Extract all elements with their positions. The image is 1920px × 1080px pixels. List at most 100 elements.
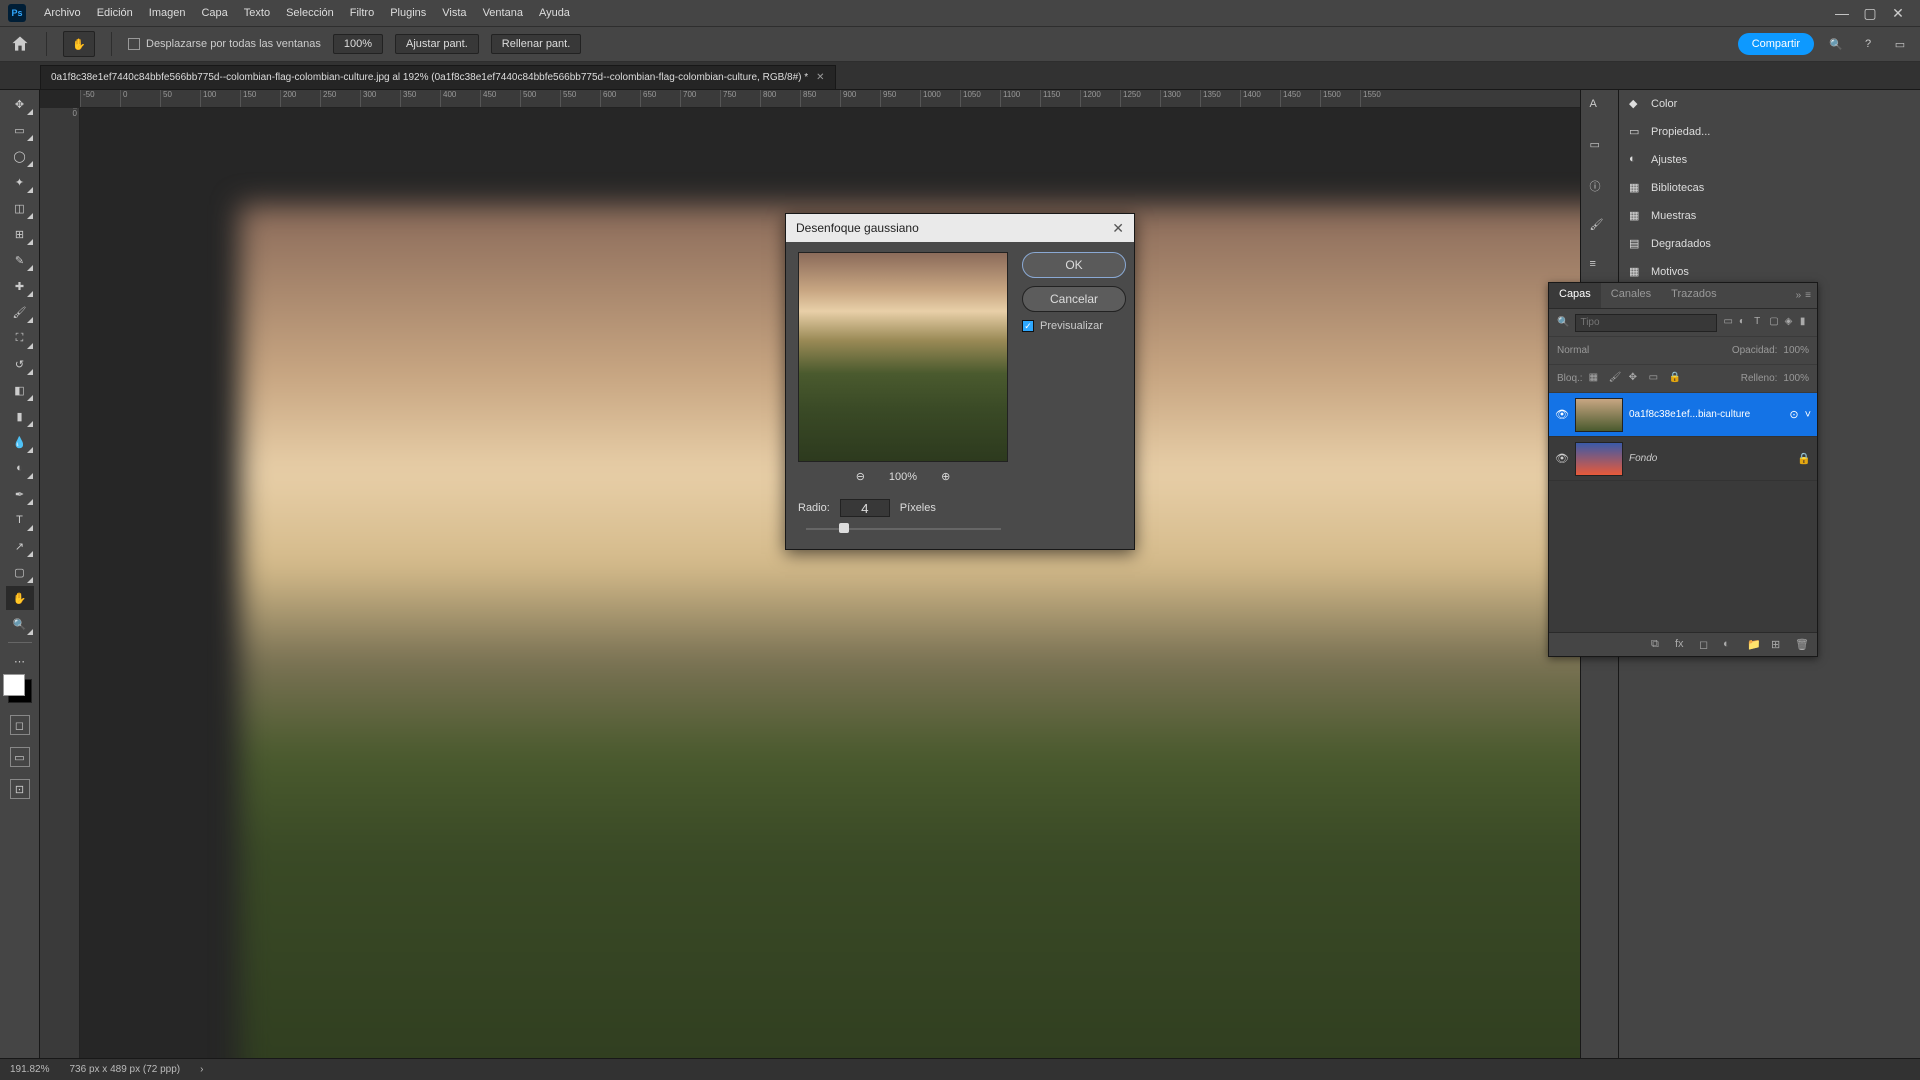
layer-thumbnail[interactable] xyxy=(1575,442,1623,476)
fill-value[interactable]: 100% xyxy=(1783,373,1809,384)
filter-image-icon[interactable]: ▭ xyxy=(1723,316,1732,330)
brush-settings-icon[interactable]: ≡ xyxy=(1590,258,1610,278)
layer-item[interactable]: 👁 Fondo 🔒 xyxy=(1549,437,1817,481)
magic-wand-tool[interactable]: ✦ xyxy=(6,170,34,194)
close-button[interactable]: ✕ xyxy=(1884,5,1912,22)
menu-ventana[interactable]: Ventana xyxy=(475,7,531,19)
move-tool[interactable]: ✥ xyxy=(6,92,34,116)
slider-handle[interactable] xyxy=(839,523,849,533)
preview-checkbox[interactable]: ✓ Previsualizar xyxy=(1022,320,1126,332)
menu-vista[interactable]: Vista xyxy=(434,7,474,19)
workspace-icon[interactable]: ▭ xyxy=(1890,34,1910,54)
close-tab-icon[interactable]: ✕ xyxy=(816,72,824,83)
quick-mask-icon[interactable]: ◻ xyxy=(10,715,30,735)
menu-edicion[interactable]: Edición xyxy=(89,7,141,19)
layer-item[interactable]: 👁 0a1f8c38e1ef...bian-culture ⊙ ˅ xyxy=(1549,393,1817,437)
blur-tool[interactable]: 💧 xyxy=(6,430,34,454)
lock-brush-icon[interactable]: 🖌 xyxy=(1609,372,1623,386)
lock-pixels-icon[interactable]: ▦ xyxy=(1589,372,1603,386)
layer-fx-icon[interactable]: fx xyxy=(1675,638,1689,652)
opacity-value[interactable]: 100% xyxy=(1783,345,1809,356)
dodge-tool[interactable]: ◐ xyxy=(6,456,34,480)
edit-toolbar-icon[interactable]: ⋯ xyxy=(6,649,34,673)
marquee-tool[interactable]: ▭ xyxy=(6,118,34,142)
menu-capa[interactable]: Capa xyxy=(193,7,235,19)
layer-thumbnail[interactable] xyxy=(1575,398,1623,432)
pen-tool[interactable]: ✒ xyxy=(6,482,34,506)
tab-capas[interactable]: Capas xyxy=(1549,283,1601,308)
brushes-icon[interactable]: 🖌 xyxy=(1590,218,1610,238)
filter-search-icon[interactable]: 🔍 xyxy=(1557,317,1569,328)
path-tool[interactable]: ↗ xyxy=(6,534,34,558)
frame-tool[interactable]: ⊞ xyxy=(6,222,34,246)
panel-dock-icon[interactable]: » xyxy=(1796,290,1802,301)
filter-toggle[interactable]: ▮ xyxy=(1800,316,1809,330)
zoom-in-icon[interactable]: ⊕ xyxy=(941,470,950,483)
info-icon[interactable]: ⓘ xyxy=(1590,178,1610,198)
link-layers-icon[interactable]: ⧉ xyxy=(1651,638,1665,652)
panel-adjustments[interactable]: ◐Ajustes xyxy=(1619,146,1920,174)
zoom-out-icon[interactable]: ⊖ xyxy=(856,470,865,483)
search-icon[interactable]: 🔍 xyxy=(1826,34,1846,54)
zoom-dropdown[interactable]: 100% xyxy=(333,34,383,54)
cancel-button[interactable]: Cancelar xyxy=(1022,286,1126,312)
visibility-icon[interactable]: 👁 xyxy=(1555,408,1569,422)
dialog-close-icon[interactable]: ✕ xyxy=(1112,220,1124,237)
lock-all-icon[interactable]: 🔒 xyxy=(1669,372,1683,386)
panel-properties[interactable]: ▭Propiedad... xyxy=(1619,118,1920,146)
color-swatches[interactable] xyxy=(8,679,32,703)
hand-tool-icon[interactable]: ✋ xyxy=(63,31,95,57)
extra-mode-icon[interactable]: ⊡ xyxy=(10,779,30,799)
panel-color[interactable]: ◆Color xyxy=(1619,90,1920,118)
layer-filter-input[interactable] xyxy=(1575,314,1717,332)
minimize-button[interactable]: — xyxy=(1828,5,1856,21)
tab-trazados[interactable]: Trazados xyxy=(1661,283,1726,308)
filter-adjustment-icon[interactable]: ◐ xyxy=(1739,316,1748,330)
crop-tool[interactable]: ◫ xyxy=(6,196,34,220)
chevron-down-icon[interactable]: ˅ xyxy=(1805,409,1811,421)
filter-smart-icon[interactable]: ◈ xyxy=(1785,316,1794,330)
delete-layer-icon[interactable]: 🗑 xyxy=(1795,638,1809,652)
lock-position-icon[interactable]: ✥ xyxy=(1629,372,1643,386)
fit-screen-button[interactable]: Ajustar pant. xyxy=(395,34,479,54)
menu-archivo[interactable]: Archivo xyxy=(36,7,89,19)
navigator-icon[interactable]: ▭ xyxy=(1590,138,1610,158)
menu-filtro[interactable]: Filtro xyxy=(342,7,382,19)
layer-name[interactable]: Fondo xyxy=(1629,453,1791,464)
ok-button[interactable]: OK xyxy=(1022,252,1126,278)
history-brush-tool[interactable]: ↺ xyxy=(6,352,34,376)
panel-gradients[interactable]: ▤Degradados xyxy=(1619,230,1920,258)
document-tab[interactable]: 0a1f8c38e1ef7440c84bbfe566bb775d--colomb… xyxy=(40,65,836,89)
shape-tool[interactable]: ▢ xyxy=(6,560,34,584)
filter-type-icon[interactable]: T xyxy=(1754,316,1763,330)
layer-mask-icon[interactable]: ◻ xyxy=(1699,638,1713,652)
healing-tool[interactable]: ✚ xyxy=(6,274,34,298)
home-icon[interactable] xyxy=(10,34,30,54)
menu-imagen[interactable]: Imagen xyxy=(141,7,194,19)
gradient-tool[interactable]: ▮ xyxy=(6,404,34,428)
radius-input[interactable] xyxy=(840,499,890,517)
dialog-title-bar[interactable]: Desenfoque gaussiano ✕ xyxy=(786,214,1134,242)
visibility-icon[interactable]: 👁 xyxy=(1555,452,1569,466)
menu-ayuda[interactable]: Ayuda xyxy=(531,7,578,19)
fill-screen-button[interactable]: Rellenar pant. xyxy=(491,34,582,54)
lock-artboard-icon[interactable]: ▭ xyxy=(1649,372,1663,386)
blend-mode-dropdown[interactable]: Normal xyxy=(1557,345,1726,356)
dialog-preview[interactable] xyxy=(798,252,1008,462)
new-layer-icon[interactable]: ⊞ xyxy=(1771,638,1785,652)
smart-object-icon[interactable]: ⊙ xyxy=(1789,408,1798,421)
scroll-all-checkbox[interactable]: Desplazarse por todas las ventanas xyxy=(128,38,321,50)
radius-slider[interactable] xyxy=(806,523,1001,535)
eraser-tool[interactable]: ◧ xyxy=(6,378,34,402)
adjustment-layer-icon[interactable]: ◐ xyxy=(1723,638,1737,652)
eyedropper-tool[interactable]: ✎ xyxy=(6,248,34,272)
panel-menu-icon[interactable]: ≡ xyxy=(1805,290,1811,301)
characters-icon[interactable]: A xyxy=(1590,98,1610,118)
share-button[interactable]: Compartir xyxy=(1738,33,1814,55)
filter-shape-icon[interactable]: ▢ xyxy=(1769,316,1778,330)
menu-seleccion[interactable]: Selección xyxy=(278,7,342,19)
type-tool[interactable]: T xyxy=(6,508,34,532)
maximize-button[interactable]: ▢ xyxy=(1856,5,1884,22)
menu-texto[interactable]: Texto xyxy=(236,7,278,19)
help-icon[interactable]: ? xyxy=(1858,34,1878,54)
